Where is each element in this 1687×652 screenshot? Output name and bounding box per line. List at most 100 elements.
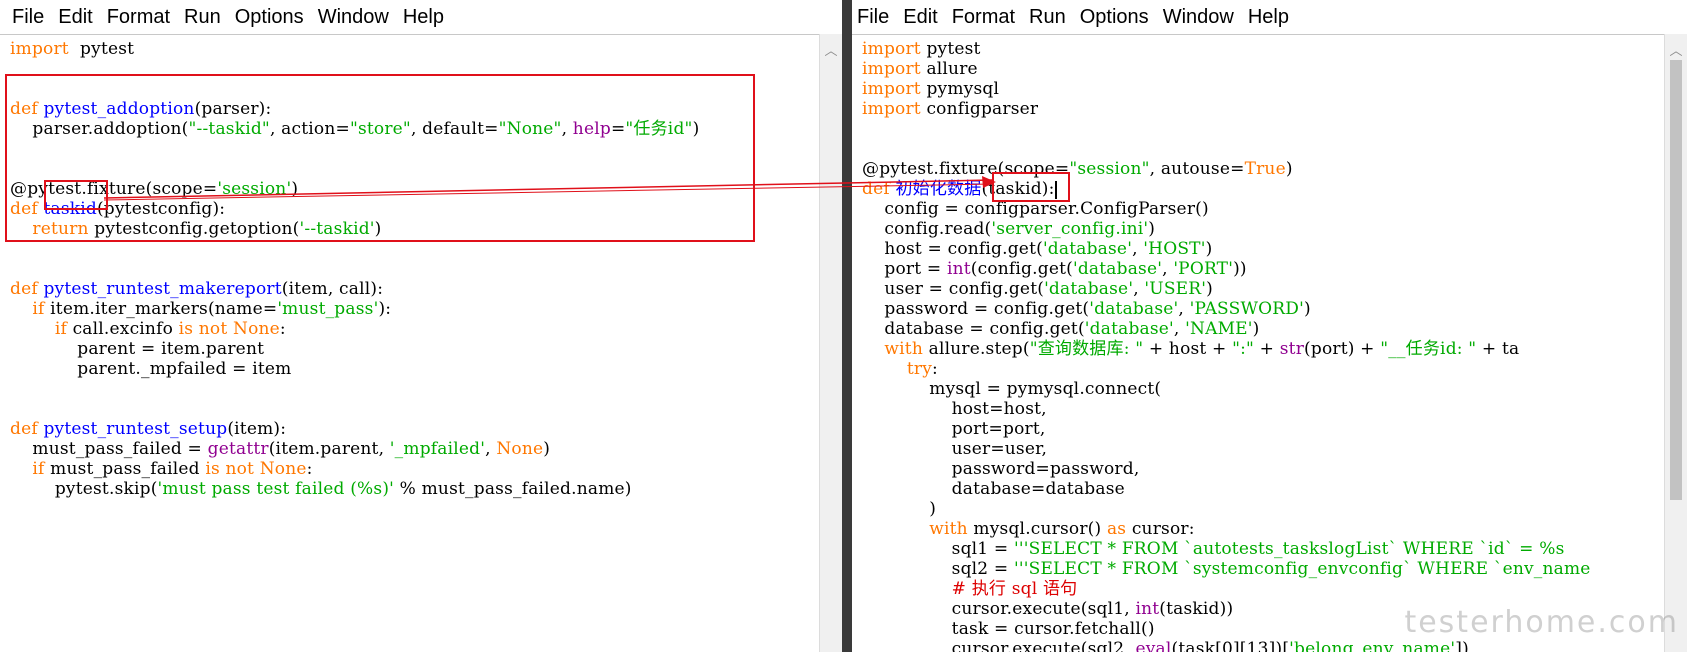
code-line[interactable]: database = config.get('database', 'NAME'…	[862, 319, 1665, 339]
code-token: is not	[205, 459, 255, 479]
code-line[interactable]: user = config.get('database', 'USER')	[862, 279, 1665, 299]
menu-help[interactable]: Help	[403, 6, 444, 29]
code-line[interactable]: host = config.get('database', 'HOST')	[862, 239, 1665, 259]
code-token: def	[10, 279, 38, 299]
menu-help[interactable]: Help	[1248, 6, 1289, 29]
code-line[interactable]: config = configparser.ConfigParser()	[862, 199, 1665, 219]
code-line[interactable]: try:	[862, 359, 1665, 379]
menu-format[interactable]: Format	[107, 6, 170, 29]
code-token: eval	[1135, 639, 1172, 652]
code-line[interactable]: import pymysql	[862, 79, 1665, 99]
menu-run[interactable]: Run	[184, 6, 221, 29]
code-token: 'NAME'	[1185, 319, 1253, 339]
right-scrollbar[interactable]: ︿	[1664, 34, 1687, 652]
code-token: parent = item.parent	[10, 339, 265, 359]
code-line[interactable]	[862, 139, 1665, 159]
code-line[interactable]: port = int(config.get('database', 'PORT'…	[862, 259, 1665, 279]
code-line[interactable]: sql1 = '''SELECT * FROM `autotests_tasks…	[862, 539, 1665, 559]
code-token: None	[496, 439, 544, 459]
code-line[interactable]: config.read('server_config.ini')	[862, 219, 1665, 239]
menu-edit[interactable]: Edit	[58, 6, 92, 29]
menu-file[interactable]: File	[12, 6, 44, 29]
code-token: ):	[378, 299, 392, 319]
code-line[interactable]: parent._mpfailed = item	[10, 359, 820, 379]
code-token: 'USER'	[1144, 279, 1207, 299]
code-token: must_pass_failed =	[10, 439, 208, 459]
code-line[interactable]: def pytest_runtest_setup(item):	[10, 419, 820, 439]
code-line[interactable]: password = config.get('database', 'PASSW…	[862, 299, 1665, 319]
code-line[interactable]: def 初始化数据(taskid):	[862, 179, 1665, 199]
code-token: 'must_pass'	[277, 299, 379, 319]
menu-format[interactable]: Format	[952, 6, 1015, 29]
code-token: port =	[862, 259, 947, 279]
code-line[interactable]: def pytest_runtest_makereport(item, call…	[10, 279, 820, 299]
code-line[interactable]: # 执行 sql 语句	[862, 579, 1665, 599]
menu-run[interactable]: Run	[1029, 6, 1066, 29]
code-token: 'must pass test failed (%s)'	[157, 479, 395, 499]
code-line[interactable]: import pytest	[862, 39, 1665, 59]
code-line[interactable]: )	[862, 499, 1665, 519]
code-token: getattr	[207, 439, 269, 459]
menu-options[interactable]: Options	[235, 6, 304, 29]
code-line[interactable]: import configparser	[862, 99, 1665, 119]
code-token: 'PASSWORD'	[1189, 299, 1304, 319]
code-token: host=host,	[862, 399, 1047, 419]
code-line[interactable]: with mysql.cursor() as cursor:	[862, 519, 1665, 539]
right-editor-window: File Edit Format Run Options Window Help…	[852, 0, 1687, 652]
code-token: with	[884, 339, 923, 359]
code-token: (config.get(	[970, 259, 1073, 279]
menu-file[interactable]: File	[857, 6, 889, 29]
code-line[interactable]: database=database	[862, 479, 1665, 499]
code-line[interactable]: cursor.execute(sql2, eval(task[0][13])['…	[862, 639, 1665, 652]
menu-window[interactable]: Window	[318, 6, 389, 29]
code-token: :	[306, 459, 313, 479]
code-token: sql1 =	[862, 539, 1014, 559]
code-token: )	[1285, 159, 1293, 179]
code-token: allure	[920, 59, 978, 79]
code-line[interactable]: @pytest.fixture(scope="session", autouse…	[862, 159, 1665, 179]
code-line[interactable]: if call.excinfo is not None:	[10, 319, 820, 339]
menu-options[interactable]: Options	[1080, 6, 1149, 29]
code-line[interactable]	[10, 259, 820, 279]
code-token: database=database	[862, 479, 1125, 499]
code-line[interactable]	[10, 399, 820, 419]
code-token: pytest.skip(	[10, 479, 158, 499]
code-line[interactable]: if item.iter_markers(name='must_pass'):	[10, 299, 820, 319]
code-token: :	[279, 319, 286, 339]
code-line[interactable]	[10, 379, 820, 399]
code-token: sql2 =	[862, 559, 1014, 579]
code-token: ))	[1233, 259, 1247, 279]
code-line[interactable]: if must_pass_failed is not None:	[10, 459, 820, 479]
code-token: mysql.cursor()	[967, 519, 1107, 539]
code-token: import	[10, 39, 69, 59]
code-line[interactable]: port=port,	[862, 419, 1665, 439]
code-line[interactable]	[862, 119, 1665, 139]
right-code-text[interactable]: import pytest import allure import pymysql…	[852, 35, 1665, 652]
right-code-editor[interactable]: import pytest import allure import pymysql…	[852, 34, 1665, 652]
code-line[interactable]: mysql = pymysql.connect(	[862, 379, 1665, 399]
scrollbar-thumb[interactable]	[1670, 60, 1682, 500]
code-token: def	[10, 419, 38, 439]
code-line[interactable]: import pytest	[10, 39, 820, 59]
scroll-up-icon[interactable]: ︿	[820, 40, 842, 59]
code-line[interactable]: import allure	[862, 59, 1665, 79]
code-line[interactable]: user=user,	[862, 439, 1665, 459]
code-token: None	[233, 319, 280, 339]
menu-edit[interactable]: Edit	[903, 6, 937, 29]
menu-window[interactable]: Window	[1163, 6, 1234, 29]
left-scrollbar[interactable]: ︿	[819, 34, 842, 652]
code-line[interactable]	[10, 239, 820, 259]
scroll-up-icon[interactable]: ︿	[1665, 40, 1687, 59]
code-token: "查询数据库: "	[1029, 339, 1144, 359]
code-line[interactable]: with allure.step("查询数据库: " + host + ":" …	[862, 339, 1665, 359]
code-line[interactable]: sql2 = '''SELECT * FROM `systemconfig_en…	[862, 559, 1665, 579]
code-token: with	[929, 519, 968, 539]
code-line[interactable]: pytest.skip('must pass test failed (%s)'…	[10, 479, 820, 499]
code-line[interactable]: parent = item.parent	[10, 339, 820, 359]
code-token: cursor:	[1126, 519, 1195, 539]
code-line[interactable]: must_pass_failed = getattr(item.parent, …	[10, 439, 820, 459]
code-line[interactable]: host=host,	[862, 399, 1665, 419]
code-line[interactable]: password=password,	[862, 459, 1665, 479]
code-token: pytest_runtest_setup	[43, 419, 228, 439]
